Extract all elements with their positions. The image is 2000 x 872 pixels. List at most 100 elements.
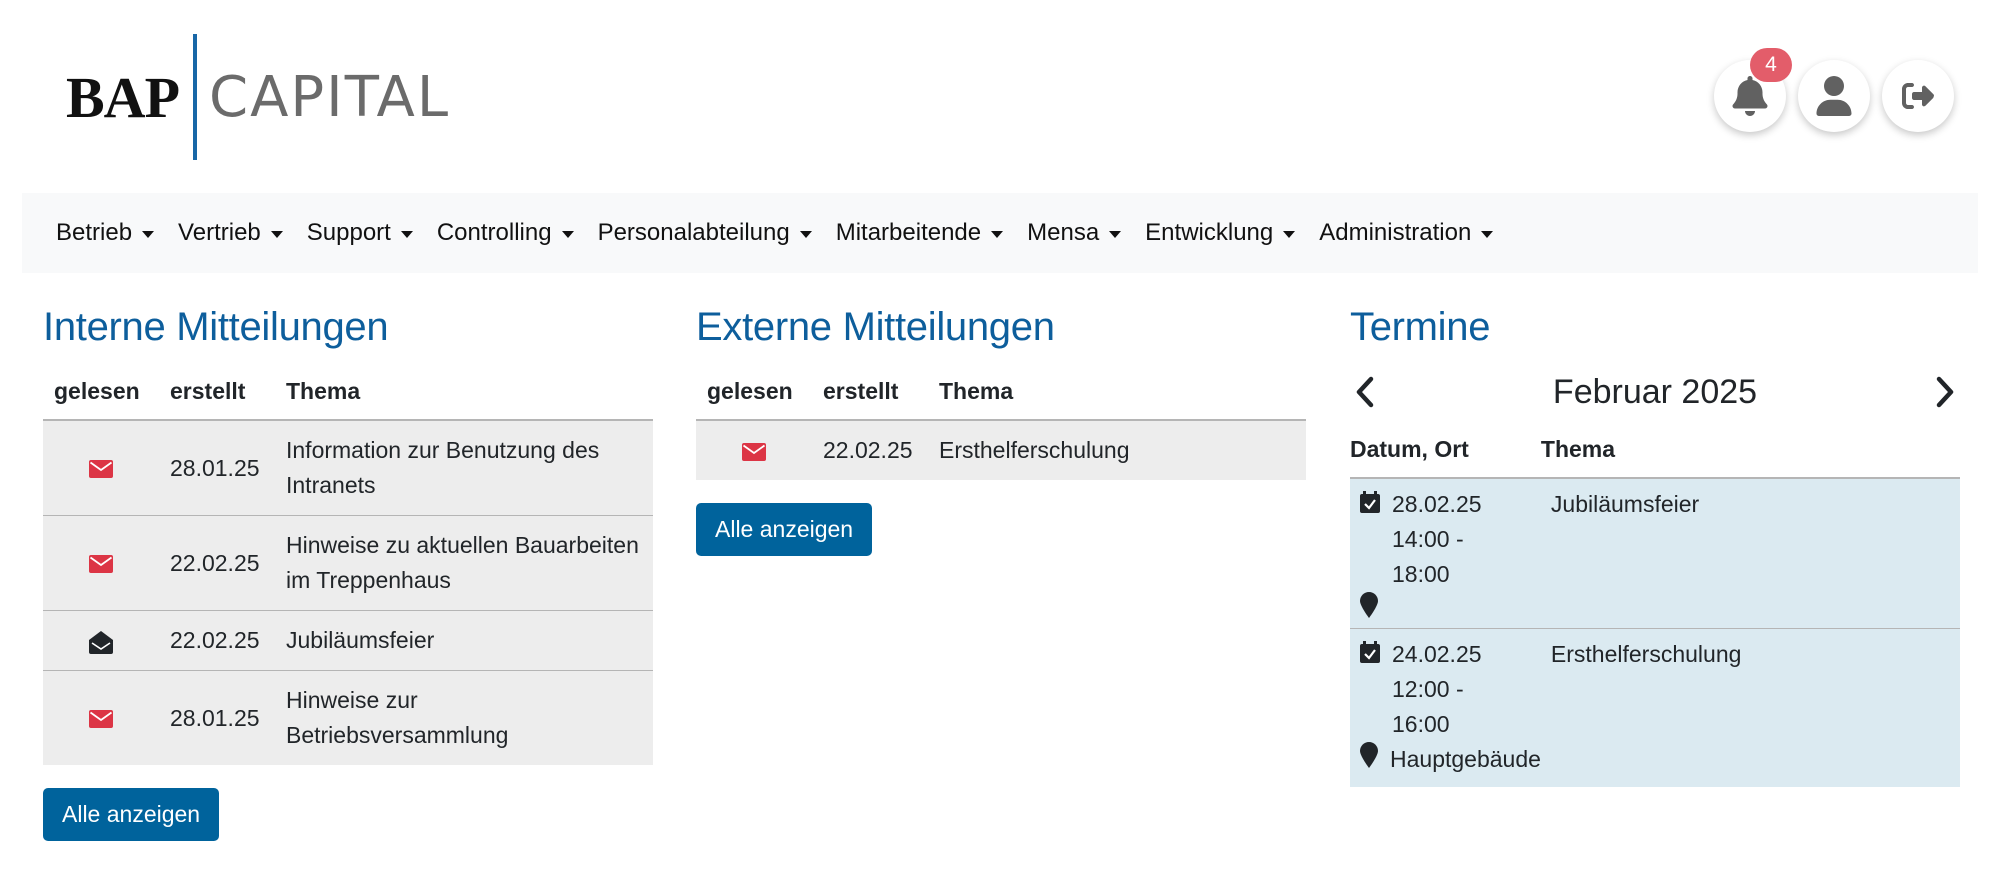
read-status-cell xyxy=(43,515,159,611)
logo-divider xyxy=(193,34,197,160)
event-date: 24.02.25 xyxy=(1392,641,1482,667)
event-time-end: 18:00 xyxy=(1392,561,1450,587)
bell-icon xyxy=(1732,76,1768,116)
internal-messages-panel: Interne Mitteilungen gelesen erstellt Th… xyxy=(43,305,653,841)
table-row[interactable]: 22.02.25 Ersthelferschulung xyxy=(696,420,1306,480)
column-header-created: erstellt xyxy=(159,368,275,421)
event-row[interactable]: 24.02.25 12:00 - 16:00 Hauptgebäude Erst… xyxy=(1350,628,1960,787)
read-status-cell xyxy=(43,610,159,671)
caret-down-icon xyxy=(991,230,1004,238)
nav-item-entwicklung[interactable]: Entwicklung xyxy=(1145,219,1296,247)
month-navigator: Februar 2025 xyxy=(1350,368,1960,416)
event-row[interactable]: 28.02.25 14:00 - 18:00 Jubiläumsfeier xyxy=(1350,478,1960,629)
profile-button[interactable] xyxy=(1798,60,1870,132)
caret-down-icon xyxy=(561,230,574,238)
column-header-created: erstellt xyxy=(812,368,928,421)
nav-label: Personalabteilung xyxy=(597,219,790,246)
notifications-button[interactable]: 4 xyxy=(1714,48,1792,132)
nav-label: Administration xyxy=(1319,219,1472,246)
current-month-label: Februar 2025 xyxy=(1552,372,1758,411)
nav-item-personalabteilung[interactable]: Personalabteilung xyxy=(598,219,812,247)
show-all-external-button[interactable]: Alle anzeigen xyxy=(696,503,873,556)
internal-messages-table: gelesen erstellt Thema 28.01.25 Informat… xyxy=(43,368,653,765)
caret-down-icon xyxy=(1283,230,1296,238)
envelope-unread-icon xyxy=(89,555,113,574)
table-row[interactable]: 22.02.25 Jubiläumsfeier xyxy=(43,610,653,671)
event-topic[interactable]: Ersthelferschulung xyxy=(1540,628,1960,787)
event-time-start: 14:00 - xyxy=(1392,526,1464,552)
brand-logo[interactable]: BAP CAPITAL xyxy=(66,34,450,160)
message-topic[interactable]: Hinweise zu aktuellen Bauarbeiten im Tre… xyxy=(275,515,653,611)
caret-down-icon xyxy=(1109,230,1122,238)
nav-item-administration[interactable]: Administration xyxy=(1319,219,1494,247)
column-header-read: gelesen xyxy=(43,368,159,421)
read-status-cell xyxy=(696,420,812,480)
nav-label: Entwicklung xyxy=(1145,219,1274,246)
notification-count-badge: 4 xyxy=(1750,48,1792,82)
logout-button[interactable] xyxy=(1882,60,1954,132)
external-messages-table: gelesen erstellt Thema 22.02.25 Ersthelf… xyxy=(696,368,1306,480)
nav-label: Support xyxy=(306,219,391,246)
nav-label: Betrieb xyxy=(56,219,133,246)
caret-down-icon xyxy=(1481,230,1494,238)
event-time-start: 12:00 - xyxy=(1392,676,1464,702)
envelope-open-icon xyxy=(89,630,113,654)
column-header-read: gelesen xyxy=(696,368,812,421)
nav-item-betrieb[interactable]: Betrieb xyxy=(56,219,155,247)
main-navbar: Betrieb Vertrieb Support Controlling Per… xyxy=(22,193,1978,273)
event-date-place-cell: 24.02.25 12:00 - 16:00 Hauptgebäude xyxy=(1350,628,1541,787)
column-header-topic: Thema xyxy=(1540,428,1960,479)
read-status-cell xyxy=(43,420,159,516)
events-table: Datum, Ort Thema 28.02.25 14:00 - 18:00 xyxy=(1350,428,1960,787)
caret-down-icon xyxy=(270,230,283,238)
user-icon xyxy=(1816,76,1852,116)
external-messages-panel: Externe Mitteilungen gelesen erstellt Th… xyxy=(696,305,1306,556)
previous-month-button[interactable] xyxy=(1350,376,1380,408)
read-status-cell xyxy=(43,670,159,765)
message-topic[interactable]: Information zur Benutzung des Intranets xyxy=(275,420,653,516)
header-actions: 4 xyxy=(1714,48,1954,132)
chevron-right-icon xyxy=(1936,376,1954,408)
message-topic[interactable]: Ersthelferschulung xyxy=(928,420,1306,480)
nav-item-support[interactable]: Support xyxy=(307,219,413,247)
nav-item-mensa[interactable]: Mensa xyxy=(1027,219,1122,247)
nav-item-controlling[interactable]: Controlling xyxy=(437,219,574,247)
created-date: 22.02.25 xyxy=(159,515,275,611)
calendar-check-icon xyxy=(1360,637,1392,663)
message-topic[interactable]: Hinweise zur Betriebsversammlung xyxy=(275,670,653,765)
envelope-unread-icon xyxy=(742,442,766,461)
event-time-end: 16:00 xyxy=(1392,711,1450,737)
table-row[interactable]: 28.01.25 Information zur Benutzung des I… xyxy=(43,420,653,516)
caret-down-icon xyxy=(400,230,413,238)
events-panel: Termine Februar 2025 Datum, Ort Thema 28… xyxy=(1350,305,1960,787)
created-date: 22.02.25 xyxy=(812,420,928,480)
created-date: 28.01.25 xyxy=(159,420,275,516)
nav-item-vertrieb[interactable]: Vertrieb xyxy=(178,219,283,247)
table-row[interactable]: 28.01.25 Hinweise zur Betriebsversammlun… xyxy=(43,670,653,765)
next-month-button[interactable] xyxy=(1930,376,1960,408)
nav-label: Mensa xyxy=(1027,219,1100,246)
column-header-date-place: Datum, Ort xyxy=(1350,428,1541,479)
event-place: Hauptgebäude xyxy=(1390,746,1541,772)
table-row[interactable]: 22.02.25 Hinweise zu aktuellen Bauarbeit… xyxy=(43,515,653,611)
show-all-internal-button[interactable]: Alle anzeigen xyxy=(43,788,220,841)
nav-label: Controlling xyxy=(436,219,552,246)
envelope-unread-icon xyxy=(89,460,113,479)
external-messages-title: Externe Mitteilungen xyxy=(696,305,1055,349)
event-topic[interactable]: Jubiläumsfeier xyxy=(1540,478,1960,629)
logo-text-bold: BAP xyxy=(66,64,180,130)
nav-label: Vertrieb xyxy=(178,219,261,246)
nav-item-mitarbeitende[interactable]: Mitarbeitende xyxy=(835,219,1004,247)
sign-out-icon xyxy=(1902,83,1934,109)
created-date: 22.02.25 xyxy=(159,610,275,671)
map-marker-icon xyxy=(1360,592,1390,618)
calendar-check-icon xyxy=(1360,487,1392,513)
nav-label: Mitarbeitende xyxy=(835,219,982,246)
map-marker-icon xyxy=(1360,742,1390,768)
internal-messages-title: Interne Mitteilungen xyxy=(43,305,389,349)
event-date: 28.02.25 xyxy=(1392,491,1482,517)
caret-down-icon xyxy=(799,230,812,238)
message-topic[interactable]: Jubiläumsfeier xyxy=(275,610,653,671)
envelope-unread-icon xyxy=(89,710,113,729)
caret-down-icon xyxy=(142,230,155,238)
